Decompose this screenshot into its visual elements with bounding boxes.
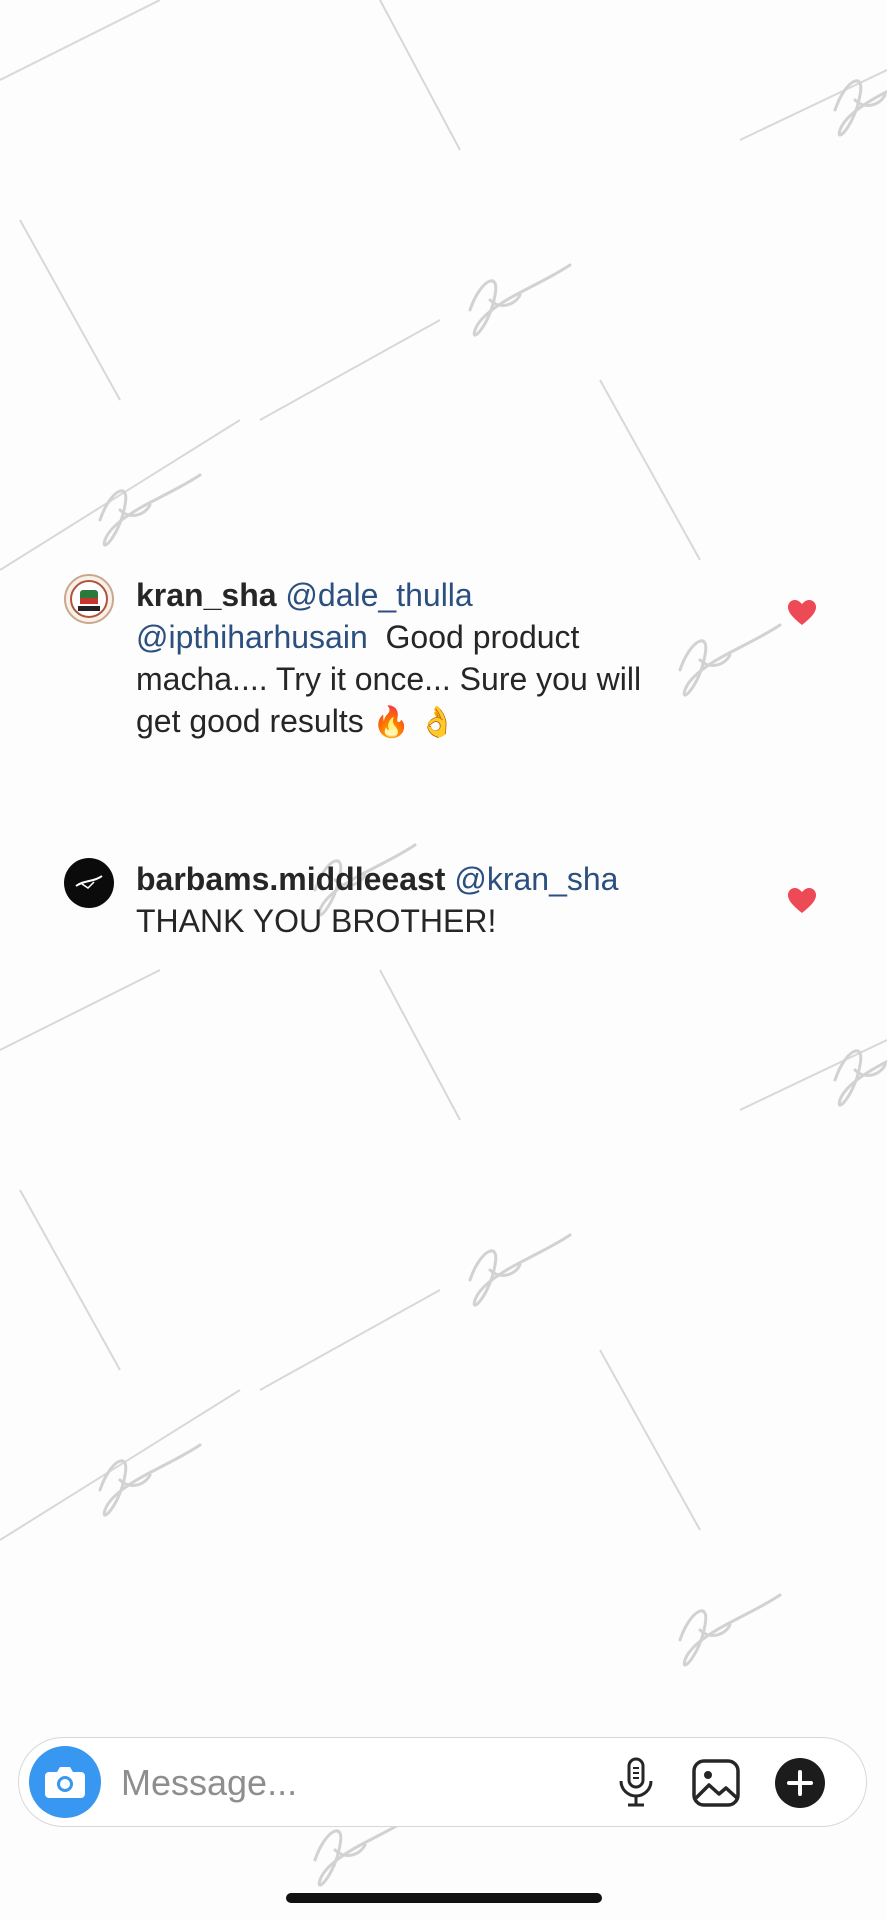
microphone-button[interactable] xyxy=(611,1757,661,1808)
fire-emoji: 🔥 xyxy=(372,705,410,740)
avatar[interactable] xyxy=(64,858,114,908)
plus-icon xyxy=(775,1758,825,1808)
avatar[interactable] xyxy=(64,574,114,624)
microphone-icon xyxy=(619,1757,653,1807)
comment-line-4: get good results 🔥 👌 xyxy=(136,700,736,744)
watermark-lines-top xyxy=(0,0,887,1541)
comment-text: kran_sha @dale_thulla @ipthiharhusain Go… xyxy=(136,574,736,744)
gallery-button[interactable] xyxy=(691,1758,741,1808)
watermark-pattern xyxy=(0,0,887,1887)
mention-link[interactable]: @ipthiharhusain xyxy=(136,619,368,655)
camera-icon xyxy=(45,1767,85,1798)
camera-button[interactable] xyxy=(29,1746,101,1818)
comment-body: THANK YOU BROTHER! xyxy=(136,903,497,939)
comment-username[interactable]: kran_sha xyxy=(136,577,277,613)
comment-text: barbams.middleeast @kran_sha THANK YOU B… xyxy=(136,858,736,942)
comment-username[interactable]: barbams.middleeast xyxy=(136,861,445,897)
comment-line-2: @ipthiharhusain Good product xyxy=(136,616,736,658)
comment-line-3: macha.... Try it once... Sure you will xyxy=(136,661,642,697)
home-indicator[interactable] xyxy=(286,1893,602,1903)
image-icon xyxy=(692,1759,740,1807)
comment-line-1: barbams.middleeast @kran_sha xyxy=(136,858,736,900)
comment-body: Good product xyxy=(385,619,580,655)
message-input[interactable] xyxy=(119,1756,523,1810)
comment-body: get good results xyxy=(136,703,364,739)
comment-line-1: kran_sha @dale_thulla xyxy=(136,574,736,616)
avatar-emblem-icon xyxy=(70,580,108,618)
plus-button[interactable] xyxy=(775,1758,825,1808)
heart-icon[interactable] xyxy=(788,888,816,914)
mention-link[interactable]: @kran_sha xyxy=(454,861,618,897)
watermark-signatures xyxy=(98,63,887,1887)
ok-hand-emoji: 👌 xyxy=(418,705,457,740)
heart-icon[interactable] xyxy=(788,600,816,626)
message-composer xyxy=(18,1737,867,1827)
avatar-logo-icon xyxy=(75,875,103,889)
mention-link[interactable]: @dale_thulla xyxy=(285,577,472,613)
